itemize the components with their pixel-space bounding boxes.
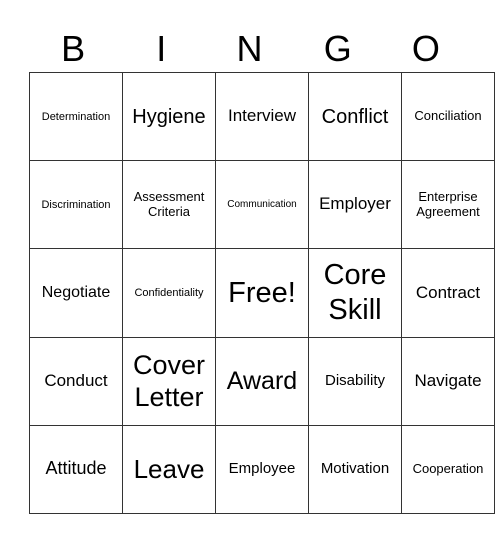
bingo-header: B I N G O — [29, 26, 470, 72]
grid-row: Conduct Cover Letter Award Disability Na… — [29, 336, 495, 426]
header-letter-n: N — [236, 28, 263, 69]
bingo-cell[interactable]: Core Skill — [308, 248, 402, 338]
bingo-cell[interactable]: Motivation — [308, 424, 402, 515]
bingo-cell[interactable]: Employer — [308, 160, 402, 250]
bingo-cell[interactable]: Confidentiality — [122, 248, 216, 338]
bingo-cell[interactable]: Cover Letter — [122, 336, 216, 426]
bingo-grid: Determination Hygiene Interview Conflict… — [29, 71, 495, 515]
bingo-cell[interactable]: Navigate — [401, 336, 495, 426]
header-letter-o: O — [411, 28, 440, 69]
header-letter-b: B — [61, 28, 86, 69]
bingo-cell[interactable]: Leave — [122, 424, 216, 515]
bingo-cell[interactable]: Conciliation — [401, 71, 495, 162]
free-space[interactable]: Free! — [215, 248, 309, 338]
bingo-cell[interactable]: Enterprise Agreement — [401, 160, 495, 250]
bingo-cell[interactable]: Cooperation — [401, 424, 495, 515]
bingo-cell[interactable]: Employee — [215, 424, 309, 515]
bingo-cell[interactable]: Disability — [308, 336, 402, 426]
grid-row: Determination Hygiene Interview Conflict… — [29, 71, 495, 162]
bingo-cell[interactable]: Discrimination — [29, 160, 123, 250]
grid-row: Discrimination Assessment Criteria Commu… — [29, 160, 495, 250]
grid-row: Attitude Leave Employee Motivation Coope… — [29, 424, 495, 515]
bingo-cell[interactable]: Contract — [401, 248, 495, 338]
bingo-cell[interactable]: Communication — [215, 160, 309, 250]
bingo-cell[interactable]: Determination — [29, 71, 123, 162]
bingo-cell[interactable]: Conflict — [308, 71, 402, 162]
bingo-cell[interactable]: Award — [215, 336, 309, 426]
bingo-cell[interactable]: Hygiene — [122, 71, 216, 162]
bingo-cell[interactable]: Attitude — [29, 424, 123, 515]
header-letter-g: G — [323, 28, 352, 69]
bingo-cell[interactable]: Interview — [215, 71, 309, 162]
grid-row: Negotiate Confidentiality Free! Core Ski… — [29, 248, 495, 338]
bingo-cell[interactable]: Assessment Criteria — [122, 160, 216, 250]
bingo-cell[interactable]: Conduct — [29, 336, 123, 426]
header-letter-i: I — [156, 28, 167, 69]
bingo-cell[interactable]: Negotiate — [29, 248, 123, 338]
